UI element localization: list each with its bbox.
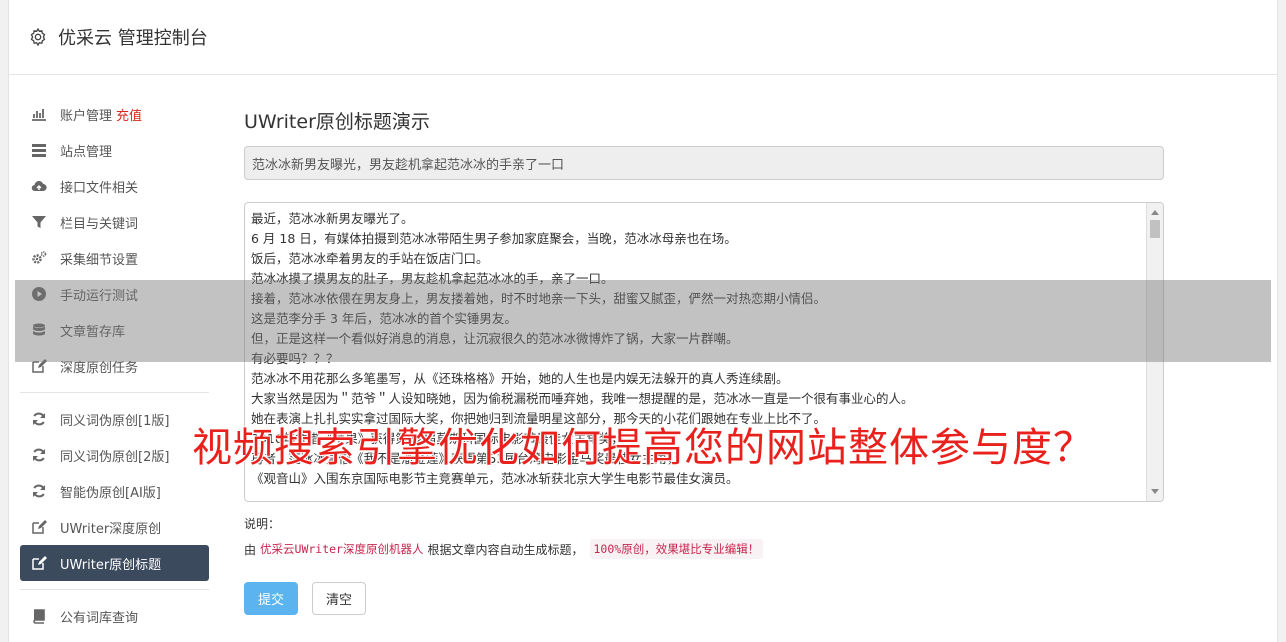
app-title: 优采云 管理控制台 bbox=[58, 28, 208, 49]
note-prefix: 由 bbox=[244, 542, 257, 557]
sidebar-item-label: UWriter深度原创 bbox=[60, 521, 162, 537]
note-text: 由 优采云UWriter深度原创机器人 根据文章内容自动生成标题， 100%原创… bbox=[244, 539, 1164, 559]
content-line: 饭后，范冰冰牵着男友的手站在饭店门口。 bbox=[251, 251, 489, 266]
content-line: 范冰冰不用花那么多笔墨写，从《还珠格格》开始，她的人生也是内娱无法躲开的真人秀连… bbox=[251, 371, 789, 386]
scroll-up-icon[interactable] bbox=[1151, 210, 1159, 215]
sidebar-item-label: 采集细节设置 bbox=[60, 252, 139, 268]
refresh-icon bbox=[30, 482, 48, 500]
recharge-link[interactable]: 充值 bbox=[116, 105, 142, 124]
note-label: 说明： bbox=[244, 517, 281, 531]
sidebar-item-uwriter-deep[interactable]: UWriter深度原创 bbox=[20, 509, 209, 545]
sidebar-divider bbox=[20, 589, 209, 590]
sidebar-item-sites[interactable]: 站点管理 bbox=[20, 132, 209, 168]
sidebar-item-label: 站点管理 bbox=[60, 144, 113, 160]
note-middle: 根据文章内容自动生成标题， bbox=[427, 542, 584, 557]
sidebar-item-ai-rewrite[interactable]: 智能伪原创[AI版] bbox=[20, 473, 209, 509]
sidebar-item-label: 账户管理 bbox=[60, 108, 113, 124]
book-icon bbox=[30, 607, 48, 625]
filter-icon bbox=[30, 213, 48, 231]
sidebar-divider bbox=[20, 392, 209, 393]
sidebar-item-account[interactable]: 账户管理 充值 bbox=[20, 96, 209, 132]
uwriter-robot-link[interactable]: 优采云UWriter深度原创机器人 bbox=[260, 541, 423, 557]
sidebar-item-uwriter-title[interactable]: UWriter原创标题 bbox=[20, 545, 209, 581]
app-header: 优采云 管理控制台 bbox=[9, 0, 1277, 75]
sidebar-item-columns-keywords[interactable]: 栏目与关键词 bbox=[20, 204, 209, 240]
content-line: 大家当然是因为＂范爷＂人设知晓她，因为偷税漏税而唾弃她，我唯一想提醒的是，范冰冰… bbox=[251, 391, 914, 406]
content-line: 最近，范冰冰新男友曝光了。 bbox=[251, 211, 414, 226]
clear-button[interactable]: 清空 bbox=[312, 582, 366, 615]
sidebar-item-label: 栏目与关键词 bbox=[60, 216, 139, 232]
sidebar-item-interface-files[interactable]: 接口文件相关 bbox=[20, 168, 209, 204]
edit-icon bbox=[30, 518, 48, 536]
action-buttons: 提交 清空 bbox=[244, 582, 1164, 615]
edit-icon bbox=[30, 554, 48, 572]
original-badge: 100%原创，效果堪比专业编辑！ bbox=[589, 539, 764, 559]
scrollbar-thumb[interactable] bbox=[1150, 220, 1160, 238]
generated-title-field[interactable]: 范冰冰新男友曝光，男友趁机拿起范冰冰的手亲了一口 bbox=[244, 146, 1164, 180]
sidebar-item-label: UWriter原创标题 bbox=[60, 557, 162, 573]
bar-chart-icon bbox=[30, 105, 48, 123]
cogs-icon bbox=[30, 249, 48, 267]
cloud-upload-icon bbox=[30, 177, 48, 195]
submit-button[interactable]: 提交 bbox=[244, 582, 298, 615]
sidebar-nav: 账户管理 充值 站点管理 接口文件相关 栏目与关键词 采集细节设置 手动运行测试… bbox=[20, 96, 209, 634]
sidebar-item-public-lexicon[interactable]: 公有词库查询 bbox=[20, 598, 209, 634]
sidebar-item-collect-settings[interactable]: 采集细节设置 bbox=[20, 240, 209, 276]
overlay-band bbox=[15, 280, 1271, 362]
overlay-caption: 视频搜索引擎优化如何提高您的网站整体参与度？ bbox=[192, 425, 1094, 471]
sidebar-item-label: 智能伪原创[AI版] bbox=[60, 485, 161, 501]
sidebar-item-label: 公有词库查询 bbox=[60, 610, 139, 626]
gear-icon bbox=[30, 27, 46, 47]
scroll-down-icon[interactable] bbox=[1151, 489, 1159, 494]
sidebar-item-label: 接口文件相关 bbox=[60, 180, 139, 196]
server-icon bbox=[30, 141, 48, 159]
content-line: 6 月 18 日，有媒体拍摄到范冰冰带陌生男子参加家庭聚会，当晚，范冰冰母亲也在… bbox=[251, 231, 737, 246]
page-title: UWriter原创标题演示 bbox=[244, 111, 430, 133]
